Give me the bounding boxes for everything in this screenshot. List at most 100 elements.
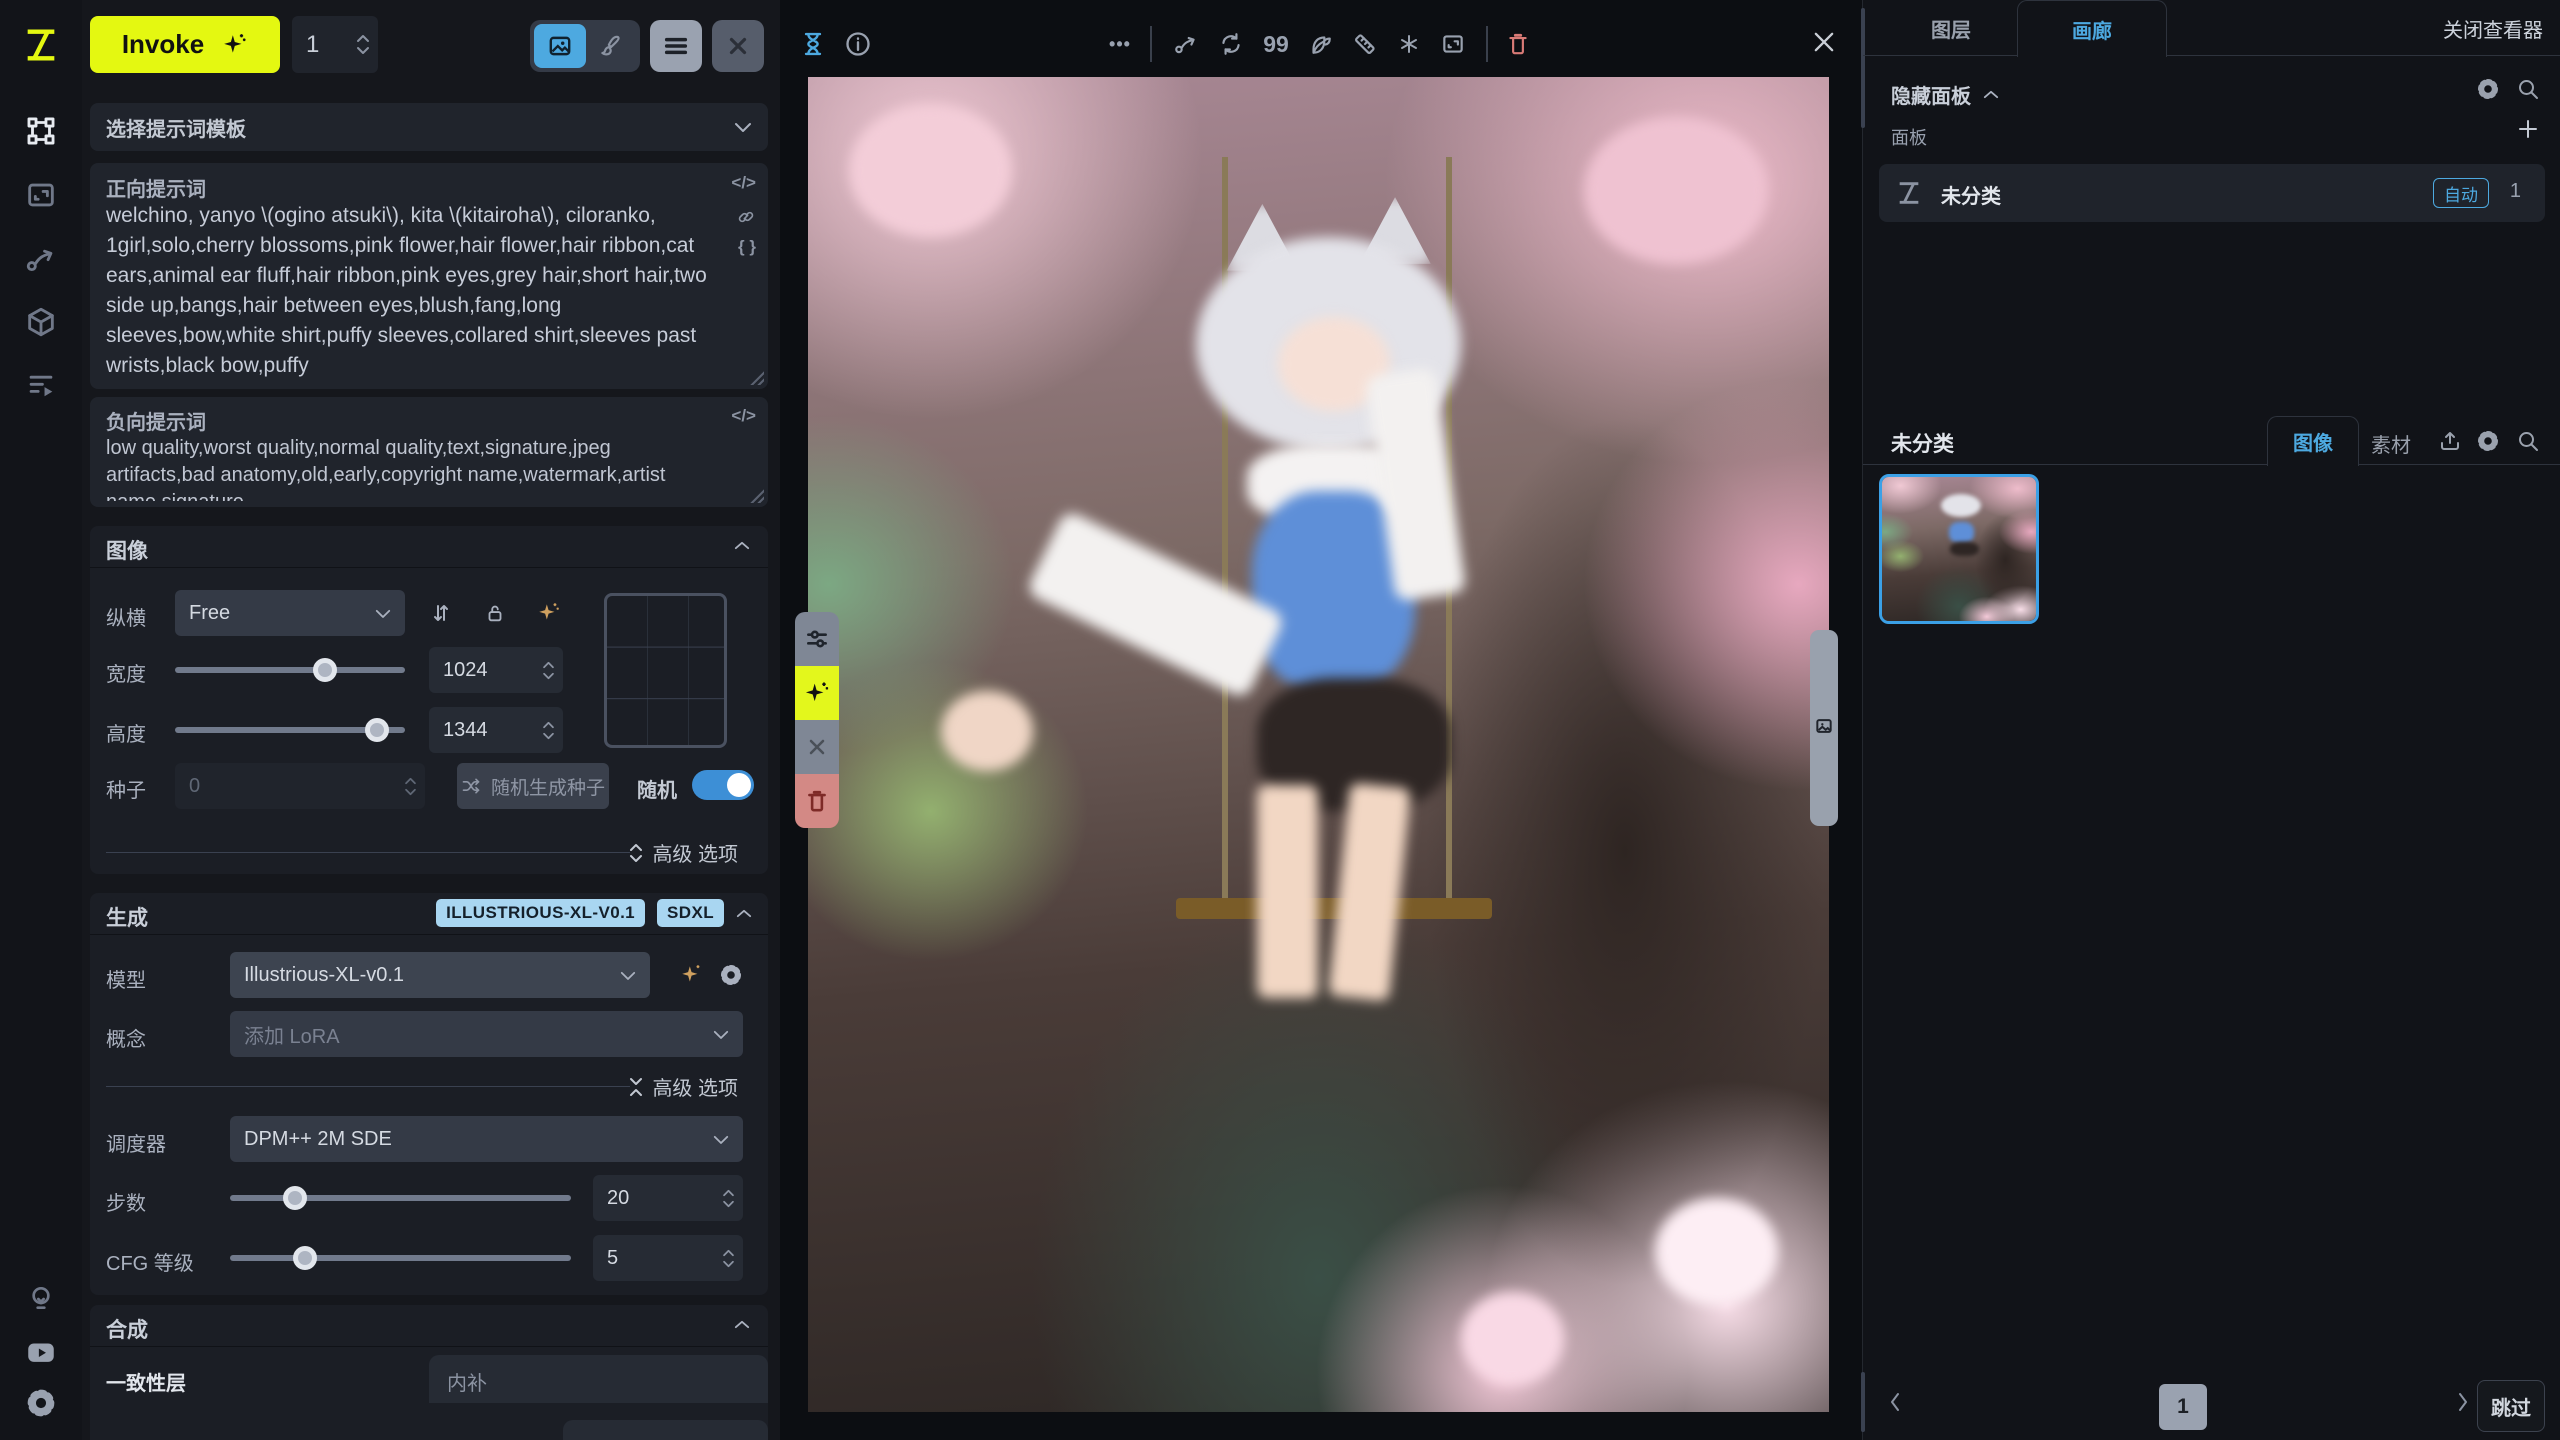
width-slider[interactable] (175, 667, 405, 673)
next-page-chevron-icon[interactable] (2451, 1390, 2475, 1414)
boards-search-icon[interactable] (2511, 72, 2545, 106)
gallery-thumbnail-selected[interactable] (1879, 474, 2039, 624)
viewer-resize-handle[interactable] (1810, 630, 1838, 826)
remix-icon[interactable] (1167, 25, 1205, 63)
delete-trash-button[interactable] (795, 774, 839, 828)
swap-dimensions-icon[interactable] (424, 596, 458, 630)
width-steppers[interactable] (542, 661, 555, 680)
cfg-steppers[interactable] (722, 1249, 735, 1268)
tab-layers[interactable]: 图层 (1911, 0, 1991, 56)
left-nav-rail (0, 0, 82, 1440)
aspect-select[interactable]: Free (175, 590, 405, 636)
steps-slider[interactable] (230, 1195, 571, 1201)
seed-steppers[interactable] (404, 777, 417, 796)
asterisk-icon[interactable] (1390, 25, 1428, 63)
add-board-plus-icon[interactable] (2511, 112, 2545, 146)
panel-menu-button[interactable] (650, 20, 702, 72)
compositing-section-header[interactable]: 合成 (90, 1305, 768, 1347)
viewer-settings-sliders-button[interactable] (795, 612, 839, 666)
lock-aspect-icon[interactable] (478, 596, 512, 630)
close-viewer-x-icon[interactable] (1805, 23, 1843, 61)
image-mode-icon[interactable] (534, 24, 586, 68)
height-slider[interactable] (175, 727, 405, 733)
upload-image-icon[interactable] (2433, 424, 2467, 458)
recall-all-icon[interactable] (1212, 25, 1250, 63)
gallery-settings-gear-icon[interactable] (2471, 424, 2505, 458)
auto-add-badge[interactable]: 自动 (2433, 178, 2489, 208)
queue-count-steppers[interactable] (356, 34, 370, 55)
generation-section-header[interactable]: 生成 ILLUSTRIOUS-XL-V0.1 SDXL (90, 893, 768, 935)
cancel-queue-button[interactable] (712, 20, 764, 72)
panel-resize-handle[interactable] (1861, 1372, 1865, 1432)
resize-handle[interactable] (748, 487, 764, 503)
board-name: 未分类 (1941, 180, 2001, 209)
invoke-button[interactable]: Invoke (90, 16, 280, 73)
invoke-sparkle-button[interactable] (795, 666, 839, 720)
seed-input[interactable]: 0 (175, 763, 425, 809)
board-row-uncategorized[interactable]: 未分类 自动 1 (1879, 164, 2545, 222)
model-sparkle-icon[interactable] (675, 958, 709, 992)
height-input[interactable]: 1344 (429, 707, 563, 753)
delete-image-icon[interactable] (1499, 25, 1537, 63)
nav-queue-icon[interactable] (16, 360, 66, 410)
tab-inpaint[interactable]: 内补 (447, 1367, 487, 1396)
cfg-slider[interactable] (230, 1255, 571, 1261)
recall-prompts-icon[interactable]: 99 (1257, 25, 1295, 63)
image-section-header[interactable]: 图像 (90, 526, 768, 568)
more-options-icon[interactable]: ••• (1101, 25, 1139, 63)
tab-assets[interactable]: 素材 (2371, 429, 2411, 458)
tab-gallery-active[interactable]: 画廊 (2017, 0, 2167, 57)
discard-x-button[interactable] (795, 720, 839, 774)
recall-seed-leaf-icon[interactable] (1301, 25, 1339, 63)
generation-advanced-options[interactable]: 高级 选项 (628, 1072, 738, 1101)
prompt-link-icon[interactable] (734, 205, 758, 229)
shuffle-icon (461, 776, 481, 796)
prompt-code-icon[interactable]: </> (731, 173, 756, 193)
hide-boards-toggle[interactable]: 隐藏面板 (1891, 80, 1999, 109)
scheduler-select[interactable]: DPM++ 2M SDE (230, 1116, 743, 1162)
image-advanced-options[interactable]: 高级 选项 (628, 838, 738, 867)
resize-handle[interactable] (748, 369, 764, 385)
close-viewer-link[interactable]: 关闭查看器 (2435, 0, 2551, 56)
nav-models-icon[interactable] (16, 297, 66, 347)
steps-input[interactable]: 20 (593, 1175, 743, 1221)
negative-prompt-input[interactable]: low quality,worst quality,normal quality… (106, 435, 722, 501)
staging-hourglass-icon[interactable] (794, 25, 832, 63)
settings-gear-icon[interactable] (16, 1378, 66, 1428)
optimize-size-sparkle-icon[interactable] (532, 596, 566, 630)
model-select[interactable]: Illustrious-XL-v0.1 (230, 952, 650, 998)
queue-count-input[interactable]: 1 (292, 16, 378, 73)
support-lightbulb-icon[interactable] (16, 1274, 66, 1324)
prompt-braces-icon[interactable]: { } (738, 237, 756, 257)
nav-upscale-icon[interactable] (16, 170, 66, 220)
prev-page-chevron-icon[interactable] (1883, 1390, 1907, 1414)
lora-select[interactable]: 添加 LoRA (230, 1011, 743, 1057)
image-section-title: 图像 (106, 535, 148, 565)
model-architecture-badge: ILLUSTRIOUS-XL-V0.1 (436, 899, 645, 927)
gallery-search-icon[interactable] (2511, 424, 2545, 458)
boards-settings-gear-icon[interactable] (2471, 72, 2505, 106)
use-size-icon[interactable] (1434, 25, 1472, 63)
brush-mode-icon[interactable] (586, 24, 636, 68)
random-seed-toggle[interactable] (692, 770, 754, 800)
positive-prompt-input[interactable]: welchino, yanyo \(ogino atsuki\), kita \… (106, 201, 722, 381)
nav-workflows-icon[interactable] (16, 234, 66, 284)
generated-image[interactable] (808, 77, 1829, 1412)
width-input[interactable]: 1024 (429, 647, 563, 693)
ruler-icon[interactable] (1346, 25, 1384, 63)
left-arm (1025, 509, 1286, 700)
page-1-button[interactable]: 1 (2159, 1384, 2207, 1430)
negative-prompt-box: 负向提示词 </> low quality,worst quality,norm… (90, 397, 768, 507)
jump-button[interactable]: 跳过 (2477, 1380, 2545, 1432)
nav-canvas-icon[interactable] (16, 106, 66, 156)
youtube-icon[interactable] (16, 1327, 66, 1377)
randomize-seed-button[interactable]: 随机生成种子 (457, 763, 609, 809)
info-icon[interactable] (839, 25, 877, 63)
prompt-code-icon[interactable]: </> (731, 406, 756, 426)
tab-images-active[interactable]: 图像 (2267, 416, 2359, 466)
cfg-input[interactable]: 5 (593, 1235, 743, 1281)
steps-steppers[interactable] (722, 1189, 735, 1208)
height-steppers[interactable] (542, 721, 555, 740)
model-settings-gear-icon[interactable] (714, 958, 748, 992)
prompt-template-selector[interactable]: 选择提示词模板 (90, 103, 768, 151)
